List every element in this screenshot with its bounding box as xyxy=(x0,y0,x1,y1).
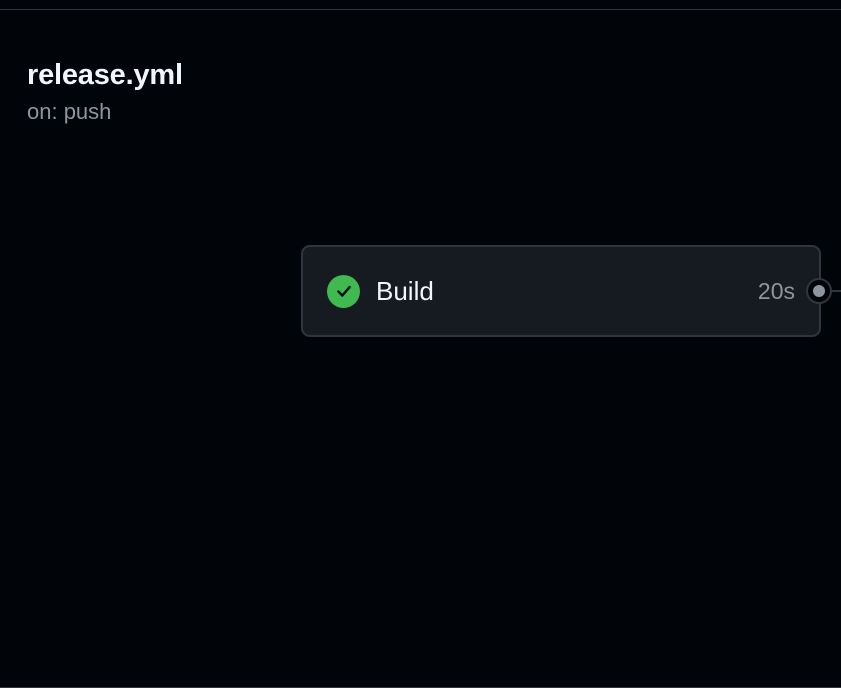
job-duration: 20s xyxy=(757,277,795,304)
job-name: Build xyxy=(376,275,434,306)
job-card-build[interactable]: Build 20s xyxy=(301,245,821,337)
job-connector-dot xyxy=(806,278,832,304)
workflow-graph-canvas: release.yml on: push Build 20s xyxy=(0,0,841,688)
workflow-header: release.yml on: push xyxy=(27,56,183,127)
job-connector-line xyxy=(832,290,841,292)
workflow-trigger: on: push xyxy=(27,99,112,124)
connector-dot-inner xyxy=(813,285,825,297)
top-divider xyxy=(0,0,841,10)
workflow-title: release.yml xyxy=(27,59,183,91)
check-circle-icon xyxy=(327,274,360,308)
